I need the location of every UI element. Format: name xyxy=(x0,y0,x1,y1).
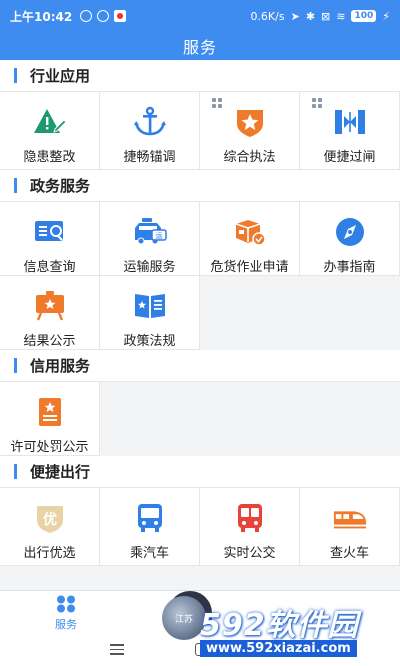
service-item-label: 捷畅锚调 xyxy=(123,150,176,165)
service-item-label: 实时公交 xyxy=(223,546,276,561)
svg-text:运: 运 xyxy=(155,232,162,240)
watermark-brand: 592软件园 xyxy=(200,608,359,643)
lock-gate-icon xyxy=(332,106,368,138)
service-item-label: 隐患整改 xyxy=(23,150,76,165)
service-item-permit-penalty[interactable]: 许可处罚公示 xyxy=(0,382,100,456)
tab-service-label: 服务 xyxy=(55,618,77,631)
service-item-take-bus[interactable]: 乘汽车 xyxy=(100,488,200,566)
info-search-icon xyxy=(32,216,68,248)
shield-you-icon: 优 xyxy=(32,502,68,534)
service-item-label: 政策法规 xyxy=(123,334,176,349)
service-item-label: 查火车 xyxy=(329,546,369,561)
hazmat-box-icon xyxy=(232,216,268,248)
service-item-label: 综合执法 xyxy=(223,150,276,165)
battery-indicator: 100 xyxy=(351,10,377,22)
service-item-law-enforcement[interactable]: 综合执法 xyxy=(200,92,300,170)
bluetooth-icon: ✱ xyxy=(305,9,316,23)
service-item-transport[interactable]: 运 运输服务 xyxy=(100,202,200,276)
section-header-industry: 行业应用 xyxy=(0,60,400,92)
section-accent-bar xyxy=(14,464,17,479)
app-notification-icon xyxy=(114,10,127,22)
section-accent-bar xyxy=(14,358,17,373)
service-tab-icon xyxy=(57,595,75,613)
bus-icon xyxy=(132,502,168,534)
network-speed: 0.6K/s xyxy=(250,9,285,23)
section-title: 便捷出行 xyxy=(30,463,91,481)
section-accent-bar xyxy=(14,178,17,193)
wifi-icon: ≋ xyxy=(336,9,346,23)
section-title: 政务服务 xyxy=(30,177,91,195)
service-item-result-notice[interactable]: 结果公示 xyxy=(0,276,100,350)
service-item-label: 信息查询 xyxy=(23,260,76,275)
badge-star-icon xyxy=(232,106,268,138)
service-item-label: 结果公示 xyxy=(23,334,76,349)
status-bar: 上午10:42 0.6K/s ➤ ✱ ⊠ ≋ 100 ⚡ xyxy=(0,0,400,32)
easel-icon xyxy=(32,290,68,322)
page-title: 服务 xyxy=(182,38,217,57)
watermark: 江苏 592软件园 www.592xiazai.com xyxy=(150,596,400,666)
menu-icon[interactable] xyxy=(110,644,124,656)
service-item-info-query[interactable]: 信息查询 xyxy=(0,202,100,276)
service-content: 行业应用 隐患整改 捷畅锚调 综合执法 便捷过闸 政务服务 信息查询 运 运输服… xyxy=(0,60,400,590)
notification-icon xyxy=(80,10,93,22)
watermark-globe-text: 江苏 xyxy=(174,614,193,625)
document-star-icon xyxy=(32,396,68,428)
section-header-government: 政务服务 xyxy=(0,170,400,202)
sim-icon: ⊠ xyxy=(321,9,331,23)
svg-text:优: 优 xyxy=(43,511,57,528)
watermark-url: www.592xiazai.com xyxy=(200,640,357,657)
service-item-label: 便捷过闸 xyxy=(323,150,376,165)
anchor-icon xyxy=(132,106,168,138)
location-icon: ➤ xyxy=(290,9,300,23)
service-item-realtime-bus[interactable]: 实时公交 xyxy=(200,488,300,566)
status-time: 上午10:42 xyxy=(10,9,73,24)
service-item-train[interactable]: 查火车 xyxy=(300,488,400,566)
service-item-quick-lock[interactable]: 便捷过闸 xyxy=(300,92,400,170)
service-item-guide[interactable]: 办事指南 xyxy=(300,202,400,276)
service-item-label: 出行优选 xyxy=(23,546,76,561)
compass-icon xyxy=(332,216,368,248)
section-header-travel: 便捷出行 xyxy=(0,456,400,488)
charging-icon: ⚡ xyxy=(382,9,390,23)
title-bar: 服务 xyxy=(0,32,400,60)
service-item-label: 乘汽车 xyxy=(129,546,169,561)
section-header-credit: 信用服务 xyxy=(0,350,400,382)
realtime-bus-icon xyxy=(232,502,268,534)
section-title: 信用服务 xyxy=(30,357,91,375)
sync-icon xyxy=(97,10,110,22)
service-item-label: 办事指南 xyxy=(323,260,376,275)
service-item-hazard-rectify[interactable]: 隐患整改 xyxy=(0,92,100,170)
hazard-icon xyxy=(32,106,68,138)
service-item-travel-preference[interactable]: 优 出行优选 xyxy=(0,488,100,566)
section-title: 行业应用 xyxy=(30,67,91,85)
grid-badge-icon xyxy=(312,98,322,108)
service-item-hazmat-application[interactable]: 危货作业申请 xyxy=(200,202,300,276)
tab-service[interactable]: 服务 xyxy=(44,595,88,632)
service-item-label: 许可处罚公示 xyxy=(10,440,89,455)
service-item-anchor[interactable]: 捷畅锚调 xyxy=(100,92,200,170)
book-icon xyxy=(132,290,168,322)
section-accent-bar xyxy=(14,68,17,83)
service-item-label: 运输服务 xyxy=(123,260,176,275)
transport-car-icon: 运 xyxy=(132,216,168,248)
grid-badge-icon xyxy=(212,98,222,108)
service-item-label: 危货作业申请 xyxy=(210,260,289,275)
train-icon xyxy=(332,502,368,534)
service-item-policy[interactable]: 政策法规 xyxy=(100,276,200,350)
